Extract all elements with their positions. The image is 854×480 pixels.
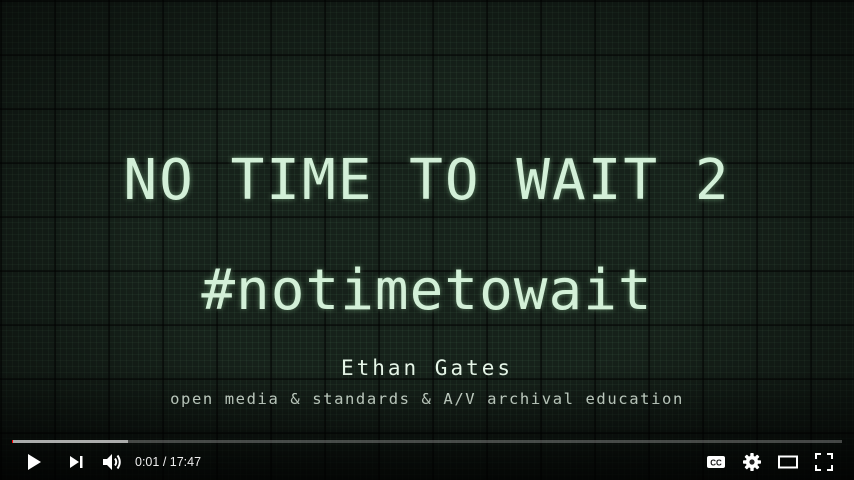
- time-display: 0:01 / 17:47: [135, 455, 201, 469]
- next-icon: [70, 456, 83, 468]
- svg-text:CC: CC: [710, 459, 722, 468]
- current-time: 0:01: [135, 455, 160, 469]
- mute-button[interactable]: [98, 448, 126, 476]
- settings-button[interactable]: [739, 448, 765, 476]
- video-title-line-1: NO TIME TO WAIT 2: [123, 148, 731, 213]
- theater-icon: [778, 455, 798, 469]
- time-separator: /: [159, 455, 170, 469]
- captions-icon: CC: [707, 456, 725, 468]
- progress-bar[interactable]: [12, 440, 842, 443]
- video-hashtag: #notimetowait: [201, 258, 653, 323]
- fullscreen-icon: [815, 453, 833, 471]
- progress-buffered: [12, 440, 129, 443]
- theater-mode-button[interactable]: [774, 448, 802, 476]
- volume-icon: [103, 454, 121, 470]
- video-presenter-name: Ethan Gates: [340, 356, 514, 380]
- duration: 17:47: [169, 455, 202, 469]
- gear-icon: [743, 453, 761, 471]
- control-bar: 0:01 / 17:47 CC: [0, 446, 854, 478]
- play-button[interactable]: [20, 448, 48, 476]
- video-player[interactable]: NO TIME TO WAIT 2 #notimetowait Ethan Ga…: [0, 0, 854, 480]
- video-vignette: [0, 0, 854, 480]
- progress-played: [12, 440, 13, 443]
- fullscreen-button[interactable]: [810, 448, 838, 476]
- next-button[interactable]: [62, 448, 90, 476]
- video-presenter-subtitle: open media & standards & A/V archival ed…: [170, 390, 684, 408]
- play-icon: [28, 454, 41, 470]
- captions-button[interactable]: CC: [703, 448, 729, 476]
